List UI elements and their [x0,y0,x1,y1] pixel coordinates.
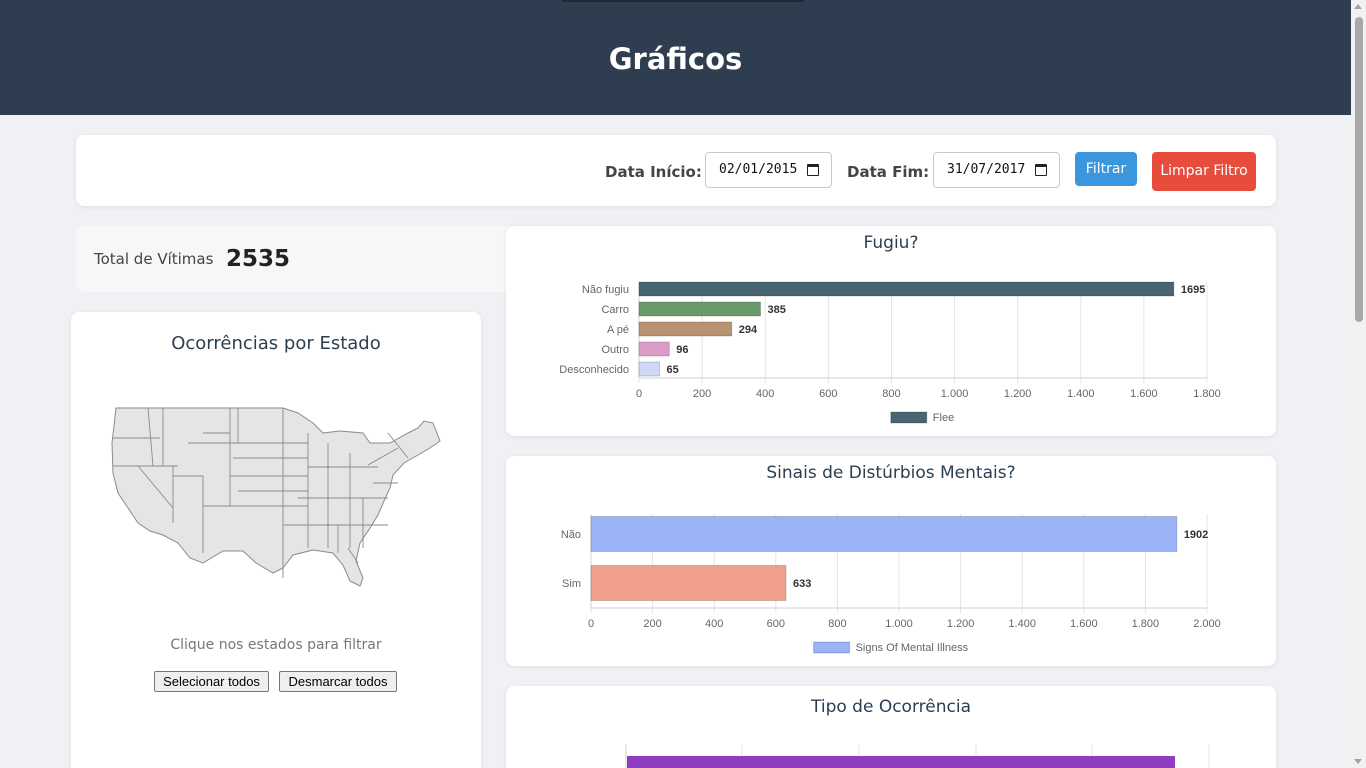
map-hint-text: Clique nos estados para filtrar [170,637,382,653]
start-date-input[interactable]: 02/01/2015 [705,152,832,188]
data-label: 96 [676,344,688,356]
flee-chart-title: Fugiu? [863,233,919,253]
state-map-title: Ocorrências por Estado [171,333,381,354]
x-tick-label: 800 [828,618,846,630]
x-tick-label: 1.800 [1132,618,1160,630]
y-tick-label: Desconhecido [559,364,629,376]
us-states-map[interactable] [108,403,448,593]
mental-illness-chart: 0 200 400 600 800 1.000 1.200 1.400 1.600 1.800 2.… [561,514,1221,654]
legend-label: Signs Of Mental Illness [856,642,969,654]
x-tick-label: 1.200 [947,618,975,630]
x-tick-label: 2.000 [1193,618,1221,630]
y-tick-label: Carro [601,304,629,316]
legend-swatch [890,411,928,424]
bar [638,281,1175,297]
flee-chart: 0 200 400 600 800 1.000 1.200 1.400 1.600 1.800 Nã… [559,281,1221,424]
vertical-scrollbar[interactable] [1351,0,1366,768]
x-tick-label: 1.200 [1004,388,1032,400]
start-date-value: 02/01/2015 [719,162,798,177]
bar [638,321,733,337]
y-tick-label: Não [561,529,581,541]
legend-swatch [813,641,851,654]
end-date-label: Data Fim: [847,163,930,181]
page-header: Gráficos [0,0,1351,115]
x-tick-label: 400 [756,388,774,400]
data-label: 385 [767,304,785,316]
calendar-icon[interactable] [807,164,819,176]
start-date-label: Data Início: [605,163,702,181]
us-map-outline[interactable] [111,407,441,587]
clear-filter-button[interactable]: Limpar Filtro [1152,152,1256,191]
x-tick-label: 200 [643,618,661,630]
deselect-all-states-button[interactable]: Desmarcar todos [279,671,397,692]
x-tick-label: 1.600 [1130,388,1158,400]
x-tick-label: 1.400 [1067,388,1095,400]
data-label: 65 [667,364,679,376]
scroll-up-arrow-icon[interactable] [1354,4,1362,9]
x-tick-label: 200 [693,388,711,400]
end-date-input[interactable]: 31/07/2017 [933,152,1060,188]
x-tick-label: 400 [705,618,723,630]
filter-button[interactable]: Filtrar [1075,152,1137,186]
end-date-value: 31/07/2017 [947,162,1026,177]
x-tick-label: 1.400 [1008,618,1036,630]
x-tick-label: 1.800 [1193,388,1221,400]
total-victims-label: Total de Vítimas [94,250,214,268]
bar [590,516,1178,552]
data-label: 633 [793,578,811,590]
x-tick-label: 0 [588,618,594,630]
legend-label: Flee [933,412,954,424]
total-victims-value: 2535 [226,246,291,272]
scrollbar-thumb[interactable] [1355,17,1363,322]
x-tick-label: 1.000 [941,388,969,400]
bar [638,301,761,317]
bar [627,756,1175,768]
scroll-down-arrow-icon[interactable] [1354,759,1362,764]
x-tick-label: 1.600 [1070,618,1098,630]
bar [590,565,787,601]
y-tick-label: Não fugiu [582,284,629,296]
page-title: Gráficos [608,42,743,76]
x-tick-label: 600 [767,618,785,630]
y-tick-label: A pé [607,324,629,336]
x-tick-label: 600 [819,388,837,400]
x-tick-label: 0 [636,388,642,400]
header-tab-indicator [562,0,804,2]
data-label: 1902 [1184,529,1208,541]
mental-illness-chart-title: Sinais de Distúrbios Mentais? [766,463,1016,483]
calendar-icon[interactable] [1035,164,1047,176]
y-tick-label: Sim [562,578,581,590]
x-tick-label: 800 [882,388,900,400]
bar [638,341,670,357]
data-label: 1695 [1181,284,1205,296]
data-label: 294 [739,324,758,336]
select-all-states-button[interactable]: Selecionar todos [154,671,269,692]
bar [638,361,661,377]
y-tick-label: Outro [601,344,629,356]
occurrence-type-chart [625,744,1210,768]
x-tick-label: 1.000 [885,618,913,630]
occurrence-type-chart-title: Tipo de Ocorrência [811,697,971,717]
